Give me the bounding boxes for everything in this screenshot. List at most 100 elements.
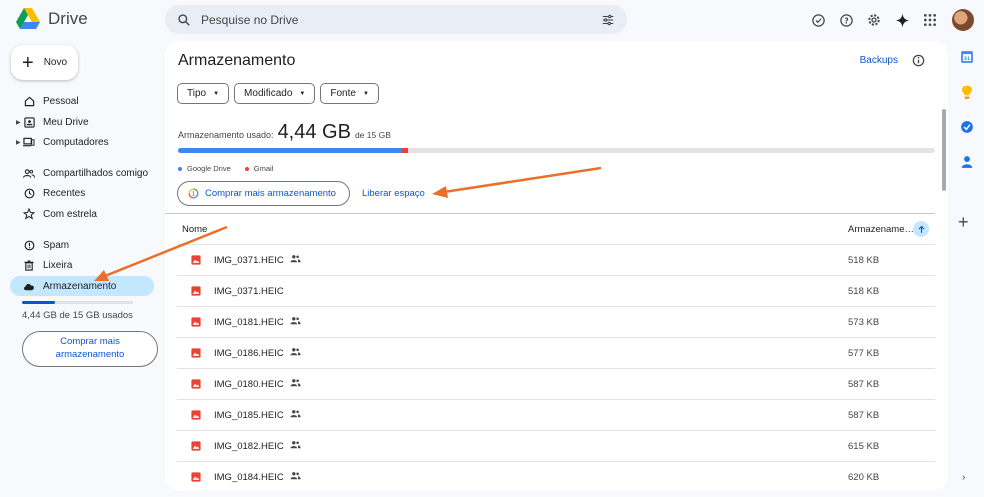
offline-ready-icon[interactable]: [808, 10, 828, 30]
storage-bar-gmail-segment: [402, 148, 409, 153]
chip-label: Modificado: [244, 88, 293, 99]
image-file-icon: [191, 317, 201, 330]
new-button[interactable]: + Novo: [11, 45, 78, 80]
sidebar-item-label: Meu Drive: [43, 116, 89, 128]
sidebar-item-recent[interactable]: Recentes: [10, 183, 154, 203]
add-addon-icon[interactable]: +: [958, 212, 969, 233]
sidebar-buy-storage-button[interactable]: Comprar mais armazenamento: [22, 331, 158, 367]
sidebar-item-shared[interactable]: Compartilhados comigo: [10, 163, 154, 183]
image-file-icon: [191, 472, 201, 485]
sidebar-item-home[interactable]: Pessoal: [10, 91, 154, 111]
column-header-name[interactable]: Nome: [182, 224, 207, 235]
file-name: IMG_0180.HEIC: [214, 379, 284, 390]
file-name: IMG_0371.HEIC: [214, 255, 284, 266]
file-name: IMG_0182.HEIC: [214, 441, 284, 452]
gear-icon[interactable]: [864, 10, 884, 30]
chevron-right-icon[interactable]: ›: [962, 472, 965, 483]
contacts-icon[interactable]: [958, 153, 976, 171]
caret-right-icon[interactable]: ▶: [16, 119, 21, 126]
spam-icon: [22, 238, 36, 252]
chevron-down-icon: ▼: [213, 90, 220, 97]
clock-icon: [22, 186, 36, 200]
sidebar-item-label: Compartilhados comigo: [43, 167, 149, 179]
sidebar-item-label: Recentes: [43, 187, 86, 199]
search-bar[interactable]: Pesquise no Drive: [165, 5, 627, 34]
image-file-icon: [191, 441, 201, 454]
storage-used-summary: Armazenamento usado: 4,44 GB de 15 GB: [178, 121, 391, 144]
search-input[interactable]: Pesquise no Drive: [201, 13, 601, 27]
sidebar-item-spam[interactable]: Spam: [10, 235, 154, 255]
svg-text:1: 1: [192, 191, 195, 197]
sidebar-item-storage[interactable]: Armazenamento: [10, 276, 154, 296]
new-button-label: Novo: [43, 57, 68, 68]
image-file-icon: [191, 379, 201, 392]
search-icon: [178, 13, 190, 26]
file-size: 587 KB: [848, 410, 880, 421]
shared-people-icon: [290, 471, 301, 483]
my-drive-icon: [22, 115, 36, 129]
file-size: 518 KB: [848, 286, 880, 297]
chevron-down-icon: ▼: [299, 90, 306, 97]
table-row[interactable]: IMG_0184.HEIC 620 KB: [177, 461, 935, 491]
side-panel-rail: 31: [956, 48, 978, 171]
scrollbar[interactable]: [942, 109, 946, 191]
legend-label: Gmail: [253, 164, 274, 173]
sidebar-item-label: Pessoal: [43, 95, 79, 107]
svg-text:31: 31: [964, 56, 970, 62]
shared-people-icon: [290, 378, 301, 390]
sidebar-buy-label-line1: Comprar mais: [60, 336, 120, 348]
table-row[interactable]: IMG_0180.HEIC 587 KB: [177, 368, 935, 399]
table-row[interactable]: IMG_0181.HEIC 573 KB: [177, 306, 935, 337]
table-row[interactable]: IMG_0185.HEIC 587 KB: [177, 399, 935, 430]
storage-panel: Armazenamento Backups Tipo ▼ Modificado ▼ …: [165, 41, 948, 491]
gemini-icon[interactable]: [892, 10, 912, 30]
filter-type-chip[interactable]: Tipo ▼: [177, 83, 230, 104]
shared-people-icon: [290, 347, 301, 359]
shared-people-icon: [290, 409, 301, 421]
sidebar-buy-label-line2: armazenamento: [55, 349, 125, 360]
file-size: 587 KB: [848, 379, 880, 390]
chevron-down-icon: ▼: [362, 90, 369, 97]
free-up-space-link[interactable]: Liberar espaço: [362, 188, 425, 199]
caret-right-icon[interactable]: ▶: [16, 139, 21, 146]
info-icon[interactable]: [912, 54, 925, 72]
tasks-icon[interactable]: [958, 118, 976, 136]
sidebar-usage-text: 4,44 GB de 15 GB usados: [22, 310, 133, 321]
legend-label: Google Drive: [187, 164, 231, 173]
search-options-icon[interactable]: [601, 13, 615, 27]
avatar[interactable]: [952, 9, 974, 31]
buy-storage-button[interactable]: 1 Comprar mais armazenamento: [177, 181, 350, 206]
table-row[interactable]: IMG_0371.HEIC 518 KB: [177, 275, 935, 306]
table-row[interactable]: IMG_0182.HEIC 615 KB: [177, 430, 935, 461]
backups-link[interactable]: Backups: [860, 55, 898, 66]
sidebar-item-my-drive[interactable]: ▶ Meu Drive: [10, 112, 154, 132]
file-name: IMG_0185.HEIC: [214, 410, 284, 421]
table-row[interactable]: IMG_0186.HEIC 577 KB: [177, 337, 935, 368]
top-bar-actions: ?: [808, 9, 974, 31]
image-file-icon: [191, 255, 201, 268]
sidebar-item-starred[interactable]: Com estrela: [10, 204, 154, 224]
keep-icon[interactable]: [958, 83, 976, 101]
google-one-icon: 1: [188, 188, 199, 199]
filter-source-chip[interactable]: Fonte ▼: [320, 83, 379, 104]
calendar-icon[interactable]: 31: [958, 48, 976, 66]
used-total: de 15 GB: [354, 130, 391, 140]
help-icon[interactable]: ?: [836, 10, 856, 30]
storage-bar-drive-segment: [178, 148, 403, 153]
column-header-storage[interactable]: Armazename…: [848, 224, 914, 235]
table-row[interactable]: IMG_0371.HEIC 518 KB: [177, 244, 935, 275]
app-name: Drive: [48, 8, 88, 28]
sidebar-item-trash[interactable]: Lixeira: [10, 255, 154, 275]
chip-label: Fonte: [330, 88, 356, 99]
shared-people-icon: [290, 254, 301, 266]
sort-ascending-icon[interactable]: [913, 221, 929, 237]
drive-logo[interactable]: Drive: [16, 8, 88, 29]
legend-google-drive: Google Drive: [178, 164, 231, 173]
apps-grid-icon[interactable]: [920, 10, 940, 30]
filter-modified-chip[interactable]: Modificado ▼: [234, 83, 316, 104]
storage-usage-bar: [178, 148, 935, 153]
sidebar-item-computers[interactable]: ▶ Computadores: [10, 132, 154, 152]
plus-icon: +: [22, 51, 34, 74]
file-name: IMG_0371.HEIC: [214, 286, 284, 297]
chip-label: Tipo: [187, 88, 207, 99]
